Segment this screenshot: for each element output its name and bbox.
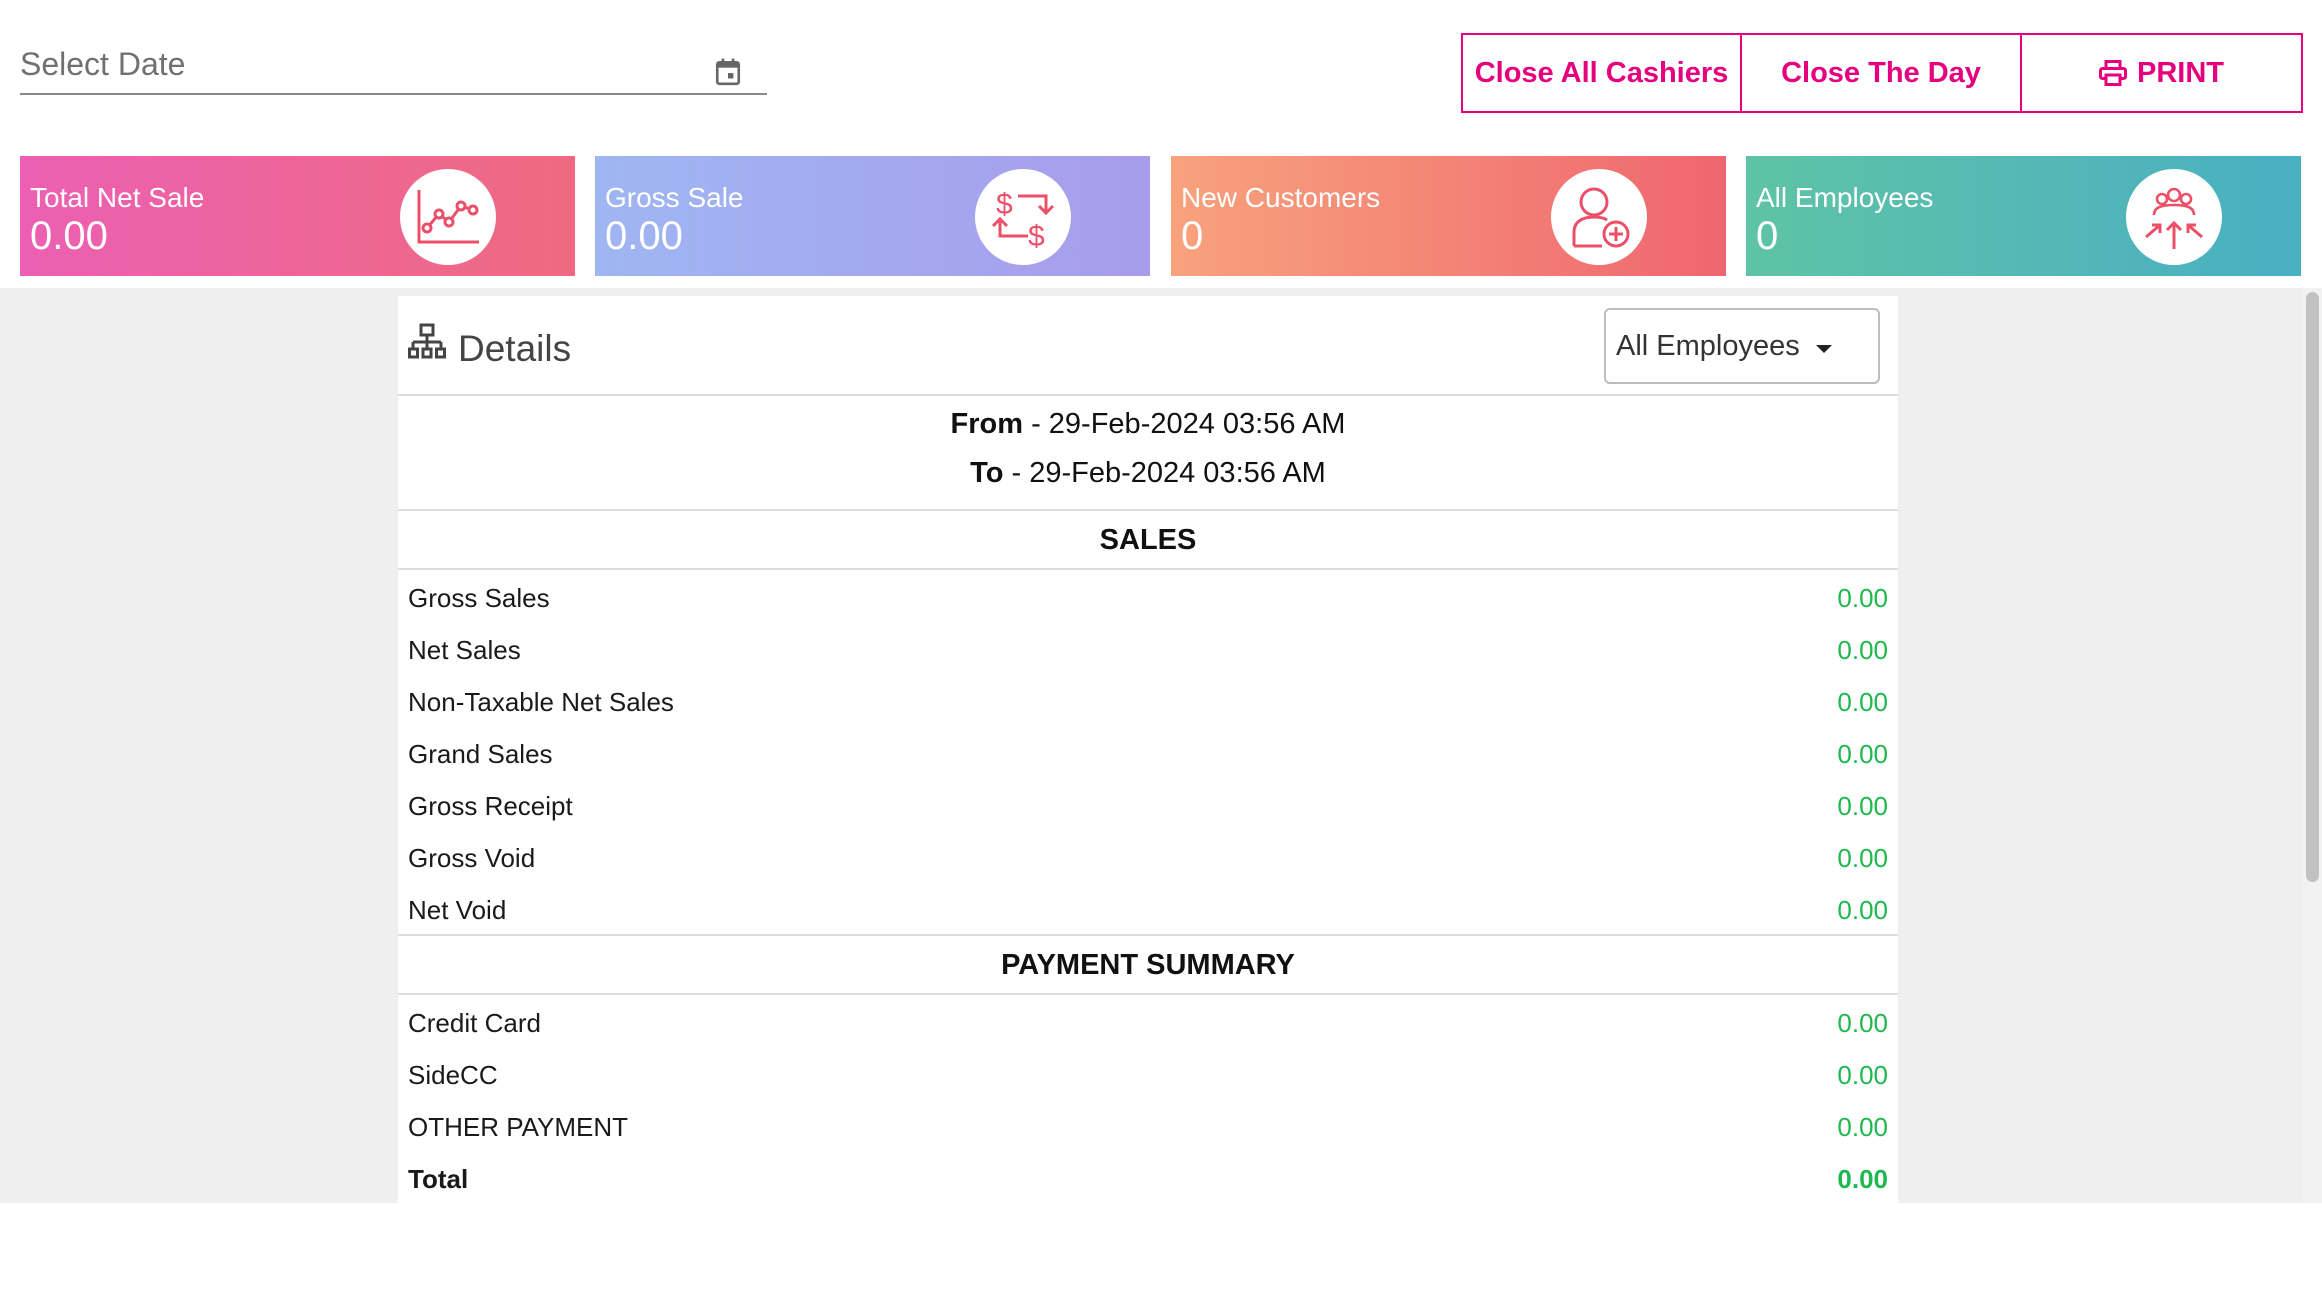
- close-the-day-button[interactable]: Close The Day: [1742, 33, 2022, 113]
- row-amount: 0.00: [1837, 1111, 1888, 1142]
- row-label: Gross Sales: [408, 582, 550, 613]
- date-range: From - 29-Feb-2024 03:56 AM To - 29-Feb-…: [398, 396, 1898, 511]
- list-item: Credit Card 0.00: [398, 997, 1898, 1049]
- row-label: SideCC: [408, 1059, 498, 1090]
- row-label: Credit Card: [408, 1007, 541, 1038]
- date-picker[interactable]: [20, 40, 767, 95]
- row-amount: 0.00: [1837, 686, 1888, 717]
- list-item: Non-Taxable Net Sales 0.00: [398, 676, 1898, 728]
- sales-section-title: SALES: [398, 511, 1898, 570]
- from-label: From: [950, 408, 1024, 440]
- to-label: To: [970, 457, 1004, 489]
- calendar-icon[interactable]: [715, 58, 741, 86]
- from-line: From - 29-Feb-2024 03:56 AM: [398, 396, 1898, 453]
- new-customers-card: New Customers 0: [1171, 156, 1726, 276]
- print-button[interactable]: PRINT: [2022, 33, 2303, 113]
- row-amount: 0.00: [1837, 842, 1888, 873]
- action-button-group: Close All Cashiers Close The Day PRINT: [1461, 33, 2303, 113]
- row-label: OTHER PAYMENT: [408, 1111, 629, 1142]
- card-label: All Employees: [1756, 182, 1934, 213]
- to-line: To - 29-Feb-2024 03:56 AM: [398, 453, 1898, 490]
- scrollbar-thumb[interactable]: [2306, 292, 2319, 882]
- payment-summary-list: Credit Card 0.00 SideCC 0.00 OTHER PAYMENT…: [398, 995, 1898, 1203]
- svg-text:$: $: [1028, 220, 1045, 252]
- employee-filter-value: All Employees: [1616, 329, 1800, 362]
- gross-sale-card: Gross Sale 0.00 $ $: [595, 156, 1150, 276]
- card-label: New Customers: [1181, 182, 1381, 213]
- row-label: Non-Taxable Net Sales: [408, 686, 674, 717]
- date-input[interactable]: [20, 40, 700, 88]
- row-label: Net Sales: [408, 634, 521, 665]
- list-item: Gross Receipt 0.00: [398, 780, 1898, 832]
- close-all-cashiers-button[interactable]: Close All Cashiers: [1461, 33, 1742, 113]
- close-the-day-label: Close The Day: [1781, 56, 1981, 89]
- row-amount: 0.00: [1837, 1163, 1888, 1194]
- sales-list: Gross Sales 0.00 Net Sales 0.00 Non-Taxabl…: [398, 570, 1898, 936]
- list-item: Gross Void 0.00: [398, 832, 1898, 884]
- list-item: Net Sales 0.00: [398, 624, 1898, 676]
- group-icon: [2126, 169, 2222, 265]
- employee-filter-select[interactable]: All Employees: [1604, 308, 1880, 384]
- row-amount: 0.00: [1837, 738, 1888, 769]
- card-value: 0.00: [30, 214, 108, 258]
- list-item: SideCC 0.00: [398, 1049, 1898, 1101]
- from-value: - 29-Feb-2024 03:56 AM: [1023, 408, 1346, 440]
- row-amount: 0.00: [1837, 634, 1888, 665]
- line-chart-icon: [400, 169, 496, 265]
- chevron-down-icon: [1816, 345, 1832, 353]
- list-item: Gross Sales 0.00: [398, 572, 1898, 624]
- add-user-icon: [1551, 169, 1647, 265]
- card-value: 0: [1181, 214, 1204, 258]
- card-value: 0.00: [605, 214, 683, 258]
- row-amount: 0.00: [1837, 582, 1888, 613]
- row-amount: 0.00: [1837, 790, 1888, 821]
- sitemap-icon: [408, 323, 446, 359]
- list-item: OTHER PAYMENT 0.00: [398, 1101, 1898, 1153]
- card-label: Total Net Sale: [30, 182, 205, 213]
- all-employees-card: All Employees 0: [1746, 156, 2301, 276]
- to-value: - 29-Feb-2024 03:56 AM: [1003, 457, 1326, 489]
- card-label: Gross Sale: [605, 182, 744, 213]
- row-label: Net Void: [408, 894, 507, 925]
- details-header: Details All Employees: [398, 296, 1898, 396]
- row-label: Grand Sales: [408, 738, 553, 769]
- dollar-exchange-icon: $ $: [975, 169, 1071, 265]
- row-label: Gross Void: [408, 842, 536, 873]
- row-label: Total: [408, 1163, 469, 1194]
- svg-text:$: $: [996, 188, 1013, 221]
- row-amount: 0.00: [1837, 1007, 1888, 1038]
- details-panel: Details All Employees From - 29-Feb-2024…: [398, 296, 1898, 1203]
- print-label: PRINT: [2137, 56, 2224, 89]
- close-all-cashiers-label: Close All Cashiers: [1474, 56, 1729, 89]
- list-item: Net Void 0.00: [398, 884, 1898, 936]
- list-item: Grand Sales 0.00: [398, 728, 1898, 780]
- total-row: Total 0.00: [398, 1153, 1898, 1203]
- printer-icon: [2099, 60, 2127, 86]
- row-label: Gross Receipt: [408, 790, 573, 821]
- details-title: Details: [458, 328, 572, 369]
- row-amount: 0.00: [1837, 894, 1888, 925]
- payment-summary-section-title: PAYMENT SUMMARY: [398, 936, 1898, 995]
- total-net-sale-card: Total Net Sale 0.00: [20, 156, 575, 276]
- row-amount: 0.00: [1837, 1059, 1888, 1090]
- card-value: 0: [1756, 214, 1779, 258]
